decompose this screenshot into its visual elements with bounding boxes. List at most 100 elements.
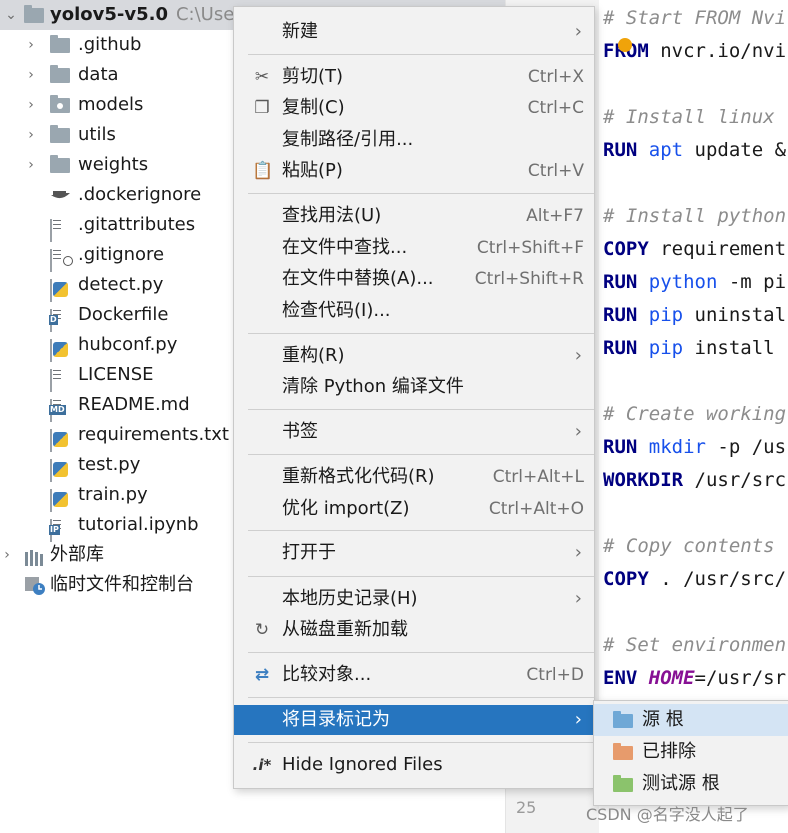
menu-item-shortcut: Ctrl+Shift+R: [474, 269, 584, 289]
breakpoint-marker[interactable]: [618, 38, 632, 52]
menu-item-label: 在文件中替换(A)...: [282, 268, 434, 289]
menu-item[interactable]: 优化 import(Z) Ctrl+Alt+O: [234, 494, 594, 524]
menu-item-shortcut: Alt+F7: [526, 206, 584, 226]
menu-item[interactable]: 重构(R) ›: [234, 341, 594, 371]
menu-item[interactable]: 查找用法(U) Alt+F7: [234, 201, 594, 231]
code-token: WORKDIR: [603, 469, 684, 491]
tree-item-label: .dockerignore: [78, 184, 202, 205]
submenu-arrow-icon: ›: [574, 345, 582, 366]
menu-item[interactable]: 清除 Python 编译文件: [234, 372, 594, 402]
menu-item-shortcut: Ctrl+Alt+L: [492, 467, 584, 487]
menu-item-label: 书签: [282, 421, 318, 442]
menu-item-label: 打开于: [282, 542, 336, 563]
code-token: # Install linux: [603, 106, 775, 128]
folder-icon: [50, 95, 70, 113]
folder-icon: [50, 65, 70, 83]
code-line: RUN mkdir -p /us: [603, 434, 786, 460]
folder-icon: [613, 775, 633, 792]
menu-item[interactable]: 复制路径/引用...: [234, 125, 594, 155]
chevron-right-icon[interactable]: ›: [24, 150, 38, 180]
folder-icon: [50, 35, 70, 53]
menu-item-label: 将目录标记为: [282, 709, 390, 730]
menu-item[interactable]: 新建 ›: [234, 17, 594, 47]
tree-item-label: models: [78, 94, 144, 115]
menu-item[interactable]: ✂ 剪切(T) Ctrl+X: [234, 62, 594, 92]
submenu-arrow-icon: ›: [574, 542, 582, 563]
menu-item[interactable]: 📋 粘贴(P) Ctrl+V: [234, 156, 594, 186]
code-token: RUN: [603, 337, 638, 359]
menu-separator: [248, 697, 594, 698]
menu-item[interactable]: ↻ 从磁盘重新加载: [234, 615, 594, 645]
code-line: # Create working: [603, 401, 786, 427]
code-token: =/usr/sr: [694, 667, 787, 689]
code-token: apt: [648, 139, 684, 161]
chevron-right-icon[interactable]: ›: [24, 120, 38, 150]
menu-item-label: 从磁盘重新加载: [282, 619, 408, 640]
chevron-right-icon[interactable]: ›: [24, 30, 38, 60]
code-line: ENV HOME=/usr/sr: [603, 665, 786, 691]
code-token: # Set environmen: [603, 634, 787, 656]
menu-item[interactable]: .i* Hide Ignored Files: [234, 750, 594, 780]
menu-item[interactable]: 检查代码(I)...: [234, 296, 594, 326]
submenu-item[interactable]: 源 根: [594, 704, 788, 736]
folder-icon: [24, 5, 44, 23]
chevron-right-icon[interactable]: ›: [24, 90, 38, 120]
submenu-item[interactable]: 已排除: [594, 736, 788, 768]
menu-item-shortcut: Ctrl+V: [527, 161, 584, 181]
code-line: # Start FROM Nvi: [603, 5, 786, 31]
folder-icon: [613, 743, 633, 760]
library-icon: [24, 547, 44, 566]
project-name: yolov5-v5.0: [50, 4, 168, 25]
tree-item-label: .gitignore: [78, 244, 165, 265]
folder-icon: [613, 711, 633, 728]
code-token: requirement: [648, 238, 787, 260]
code-line: RUN pip uninstal: [603, 302, 786, 328]
code-token: # Install python: [603, 205, 787, 227]
menu-item[interactable]: 将目录标记为 ›: [234, 705, 594, 735]
tree-item-label: .github: [78, 34, 142, 55]
chevron-right-icon[interactable]: ›: [24, 60, 38, 90]
code-token: RUN: [603, 304, 638, 326]
menu-item[interactable]: 在文件中替换(A)... Ctrl+Shift+R: [234, 264, 594, 294]
chevron-right-icon[interactable]: ›: [0, 540, 14, 570]
code-line: RUN python -m pi: [603, 269, 786, 295]
code-token: /usr/src: [683, 469, 787, 491]
menu-item-shortcut: Ctrl+Alt+O: [488, 499, 584, 519]
menu-item-shortcut: Ctrl+X: [527, 67, 584, 87]
menu-item[interactable]: 打开于 ›: [234, 538, 594, 568]
menu-item-label: 重构(R): [282, 345, 345, 366]
code-line: WORKDIR /usr/src: [603, 467, 786, 493]
submenu-item[interactable]: 测试源 根: [594, 768, 788, 800]
menu-item[interactable]: 重新格式化代码(R) Ctrl+Alt+L: [234, 462, 594, 492]
folder-icon: [50, 155, 70, 173]
chevron-down-icon[interactable]: ⌄: [4, 0, 18, 30]
menu-item[interactable]: ⇄ 比较对象... Ctrl+D: [234, 660, 594, 690]
code-token: python: [648, 271, 718, 293]
menu-item-label: 检查代码(I)...: [282, 300, 391, 321]
code-token: RUN: [603, 436, 638, 458]
menu-item-label: 本地历史记录(H): [282, 588, 418, 609]
scissors-icon: ✂: [254, 67, 270, 87]
ignore-file-icon: [50, 246, 73, 272]
mark-directory-submenu: 源 根已排除 测试源 根: [593, 700, 788, 806]
menu-item[interactable]: ❐ 复制(C) Ctrl+C: [234, 93, 594, 123]
submenu-arrow-icon: ›: [574, 421, 582, 442]
menu-separator: [248, 576, 594, 577]
python-file-icon: [50, 456, 70, 482]
code-token: RUN: [603, 139, 638, 161]
watermark: CSDN @名字没人起了: [586, 805, 749, 824]
menu-separator: [248, 193, 594, 194]
menu-separator: [248, 54, 594, 55]
code-token: update &: [683, 139, 787, 161]
menu-item[interactable]: 本地历史记录(H) ›: [234, 584, 594, 614]
code-token: RUN: [603, 271, 638, 293]
menu-item[interactable]: 书签 ›: [234, 417, 594, 447]
tree-item-label: detect.py: [78, 274, 164, 295]
reload-icon: ↻: [254, 620, 270, 640]
menu-item-shortcut: Ctrl+C: [527, 98, 584, 118]
tree-item-label: requirements.txt: [78, 424, 229, 445]
line-number: 25: [516, 798, 537, 817]
menu-separator: [248, 530, 594, 531]
menu-item[interactable]: 在文件中查找... Ctrl+Shift+F: [234, 233, 594, 263]
